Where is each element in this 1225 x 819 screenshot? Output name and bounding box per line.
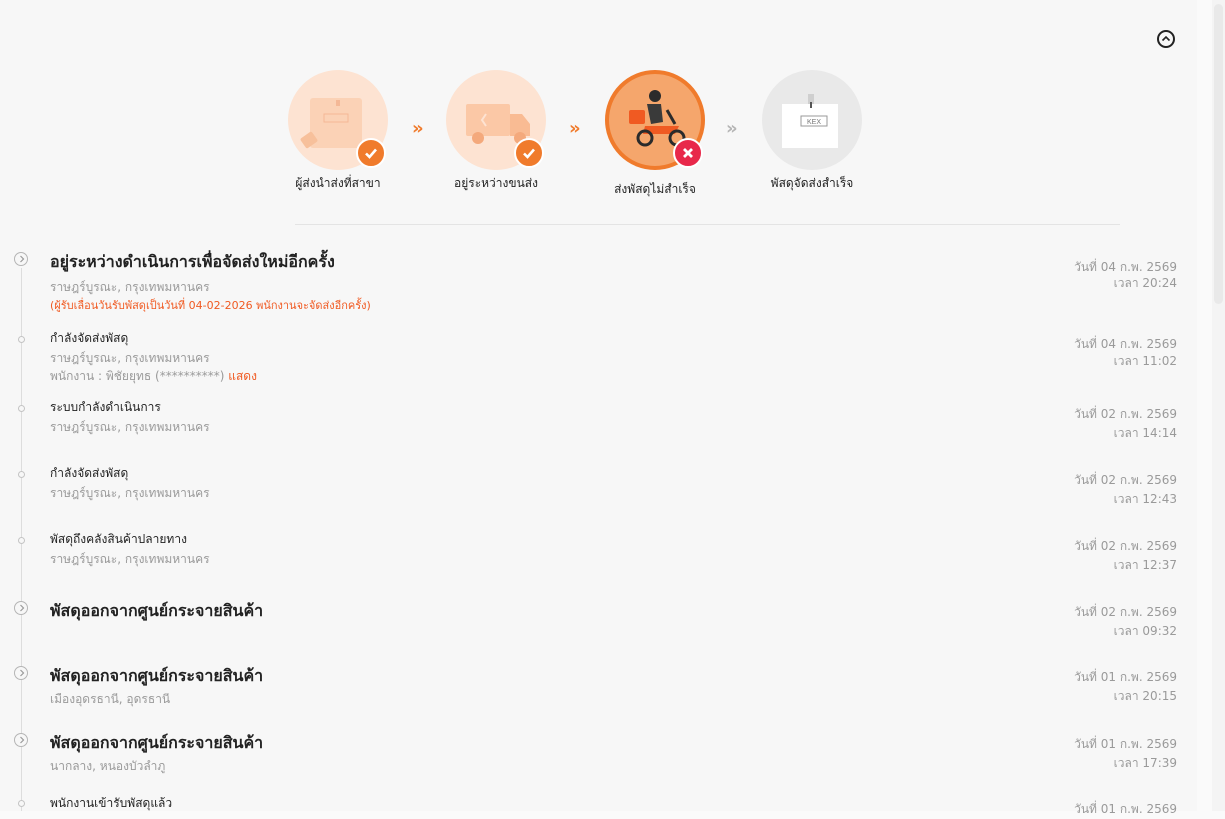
timeline-staff: พนักงาน : พิชัยยุทธ (**********) แสดง bbox=[50, 367, 257, 386]
timeline-title: พัสดุออกจากศูนย์กระจายสินค้า bbox=[50, 601, 264, 620]
delivery-truck-icon bbox=[446, 70, 546, 170]
collapse-button[interactable] bbox=[1157, 30, 1175, 48]
timeline-location: ราษฎร์บูรณะ, กรุงเทพมหานคร bbox=[50, 420, 210, 434]
step-label: อยู่ระหว่างขนส่ง bbox=[454, 176, 538, 190]
courier-scooter-icon bbox=[605, 70, 705, 170]
step-arrow-3: » bbox=[726, 118, 737, 139]
fail-badge bbox=[673, 138, 703, 168]
step-label: ส่งพัสดุไม่สำเร็จ bbox=[614, 182, 696, 196]
step-label: ผู้ส่งนำส่งที่สาขา bbox=[295, 176, 381, 190]
chevron-right-icon[interactable] bbox=[14, 733, 28, 747]
chevron-right-icon[interactable] bbox=[14, 601, 28, 615]
chevron-up-icon bbox=[1161, 35, 1171, 42]
timeline-location: ราษฎร์บูรณะ, กรุงเทพมหานคร bbox=[50, 486, 210, 500]
timeline-title: พัสดุออกจากศูนย์กระจายสินค้า bbox=[50, 666, 264, 685]
timeline-dot bbox=[18, 405, 25, 412]
timeline-time: เวลา 12:43 bbox=[1113, 492, 1177, 506]
timeline-date: วันที่ 02 ก.พ. 2569 bbox=[1074, 539, 1177, 553]
show-phone-link[interactable]: แสดง bbox=[228, 369, 257, 383]
timeline-time: เวลา 09:32 bbox=[1113, 624, 1177, 638]
timeline-date: วันที่ 02 ก.พ. 2569 bbox=[1074, 473, 1177, 487]
timeline-title: กำลังจัดส่งพัสดุ bbox=[50, 466, 129, 480]
success-badge bbox=[514, 138, 544, 168]
timeline-dot bbox=[18, 800, 25, 807]
timeline-location: ราษฎร์บูรณะ, กรุงเทพมหานคร bbox=[50, 280, 210, 294]
timeline-date: วันที่ 02 ก.พ. 2569 bbox=[1074, 605, 1177, 619]
parcel-dropoff-icon bbox=[288, 70, 388, 170]
timeline-date: วันที่ 01 ก.พ. 2569 bbox=[1074, 737, 1177, 751]
timeline-note: (ผู้รับเลื่อนวันรับพัสดุเป็นวันที่ 04-02… bbox=[50, 299, 371, 312]
timeline-time: เวลา 12:37 bbox=[1113, 558, 1177, 572]
timeline-time: เวลา 11:02 bbox=[1113, 354, 1177, 368]
progress-step-delivered: KEX พัสดุจัดส่งสำเร็จ bbox=[742, 70, 882, 193]
timeline-time: เวลา 20:24 bbox=[1113, 276, 1177, 290]
progress-step-failed: ส่งพัสดุไม่สำเร็จ bbox=[585, 70, 725, 199]
timeline-title: อยู่ระหว่างดำเนินการเพื่อจัดส่งใหม่อีกคร… bbox=[50, 252, 335, 271]
delivered-box-icon: KEX bbox=[762, 70, 862, 170]
step-arrow-1: » bbox=[412, 118, 423, 139]
timeline-date: วันที่ 01 ก.พ. 2569 bbox=[1074, 802, 1177, 816]
success-badge bbox=[356, 138, 386, 168]
timeline-dot bbox=[18, 336, 25, 343]
check-icon bbox=[523, 148, 535, 159]
timeline-location: ราษฎร์บูรณะ, กรุงเทพมหานคร bbox=[50, 351, 210, 365]
section-divider bbox=[295, 224, 1120, 225]
step-arrow-2: » bbox=[569, 118, 580, 139]
timeline-location: นากลาง, หนองบัวลำภู bbox=[50, 759, 166, 773]
progress-step-transit: อยู่ระหว่างขนส่ง bbox=[426, 70, 566, 193]
scrollbar-thumb[interactable] bbox=[1214, 4, 1223, 304]
timeline-date: วันที่ 01 ก.พ. 2569 bbox=[1074, 670, 1177, 684]
timeline-title: พนักงานเข้ารับพัสดุแล้ว bbox=[50, 796, 173, 810]
progress-step-dropoff: ผู้ส่งนำส่งที่สาขา bbox=[268, 70, 408, 193]
chevron-right-icon[interactable] bbox=[14, 666, 28, 680]
timeline-dot bbox=[18, 471, 25, 478]
timeline-time: เวลา 14:14 bbox=[1113, 426, 1177, 440]
svg-text:KEX: KEX bbox=[807, 119, 821, 126]
step-label: พัสดุจัดส่งสำเร็จ bbox=[770, 176, 854, 190]
timeline-date: วันที่ 02 ก.พ. 2569 bbox=[1074, 407, 1177, 421]
timeline-dot bbox=[18, 537, 25, 544]
timeline-location: ราษฎร์บูรณะ, กรุงเทพมหานคร bbox=[50, 552, 210, 566]
timeline-time: เวลา 17:39 bbox=[1113, 756, 1177, 770]
timeline-title: พัสดุออกจากศูนย์กระจายสินค้า bbox=[50, 733, 264, 752]
chevron-right-icon[interactable] bbox=[14, 252, 28, 266]
check-icon bbox=[365, 148, 377, 159]
timeline-title: พัสดุถึงคลังสินค้าปลายทาง bbox=[50, 532, 187, 546]
timeline-title: ระบบกำลังดำเนินการ bbox=[50, 400, 161, 414]
timeline-title: กำลังจัดส่งพัสดุ bbox=[50, 331, 129, 345]
timeline-location: เมืองอุดรธานี, อุดรธานี bbox=[50, 692, 171, 706]
timeline-time: เวลา 20:15 bbox=[1113, 689, 1177, 703]
close-icon bbox=[683, 148, 693, 158]
staff-name: พนักงาน : พิชัยยุทธ (**********) bbox=[50, 369, 225, 383]
